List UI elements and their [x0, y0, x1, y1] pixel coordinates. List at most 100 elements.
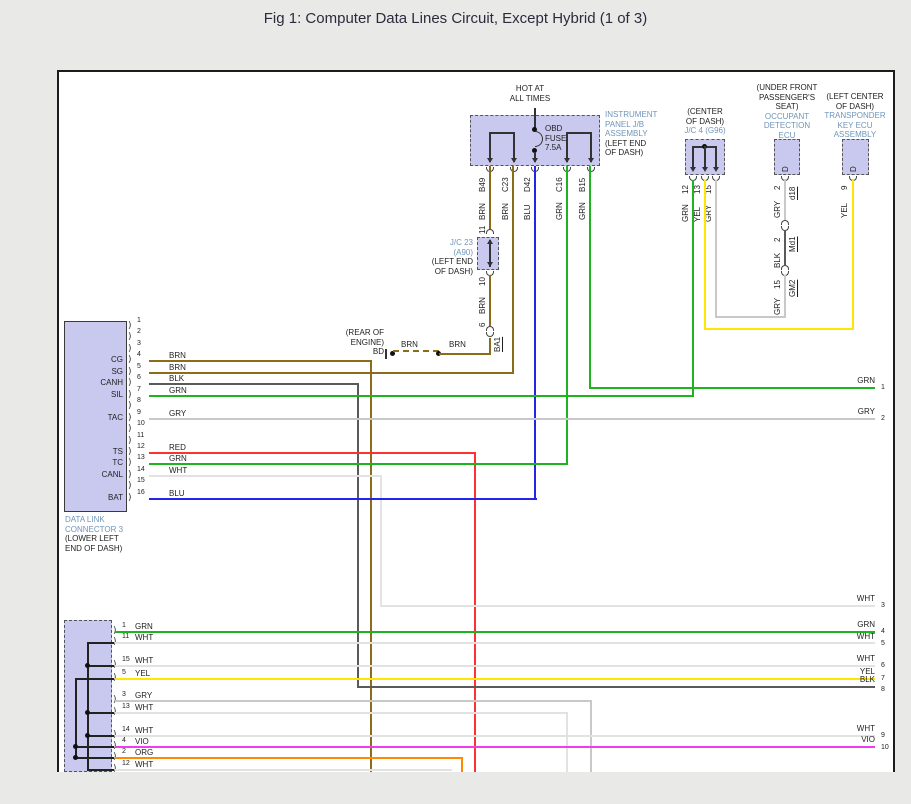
ground-terminal-icon	[385, 349, 387, 359]
wire-gry-occupant-1	[784, 179, 786, 220]
ground-location-label: (REAR OF ENGINE) BD	[304, 328, 384, 357]
wire-grn-sil	[149, 395, 694, 397]
dlc3-pin-number: 10	[137, 420, 145, 427]
jb-pin-id: D42	[523, 172, 532, 192]
wire-yel-pin5	[115, 678, 875, 680]
pin-bracket-icon: )	[128, 436, 132, 446]
dlc3-signal: CANL	[65, 470, 123, 480]
jc4-leg	[704, 146, 706, 168]
arrow-down-icon	[713, 167, 719, 172]
wire-yel-jc4	[704, 180, 706, 330]
wire-red-ts	[149, 452, 476, 454]
dlc3-pin-number: 8	[137, 397, 141, 404]
connector-bus-tap	[87, 735, 114, 737]
dlc3-pin-number: 9	[137, 409, 141, 416]
wire-yel-loop	[704, 328, 854, 330]
conn2-pin-number: 11	[122, 633, 129, 640]
connector-bus-tap	[75, 746, 114, 748]
wire-color-label: WHT	[835, 632, 875, 642]
dlc3-pin-number: 11	[137, 432, 144, 439]
wire-red-ts-down	[474, 452, 476, 772]
pin-bracket-icon: )	[128, 367, 132, 377]
wire-color-label: BRN	[478, 196, 487, 220]
wire-wht-pin11	[115, 642, 875, 644]
wire-color-label: BLK	[835, 675, 875, 685]
instrument-panel-jb-label: INSTRUMENT PANEL J/B ASSEMBLY (LEFT END …	[605, 110, 657, 158]
wire-color-label: WHT	[835, 594, 875, 604]
wire-color-label: GRN	[578, 196, 587, 220]
jb-pin-id: C23	[501, 172, 510, 192]
wire-org-pin2-down	[461, 757, 463, 772]
wire-color-label: BRN	[401, 340, 418, 350]
dlc3-label: DATA LINK CONNECTOR 3 (LOWER LEFT END OF…	[65, 515, 123, 553]
dlc3-signal: TC	[65, 458, 123, 468]
pin-bracket-icon: )	[128, 481, 132, 491]
wire-wht-canl-down	[380, 475, 382, 606]
dlc3-pin-number: 12	[137, 443, 145, 450]
bus-dot	[73, 755, 78, 760]
jc4-leg	[692, 146, 694, 168]
wire-grn-pin1	[115, 631, 875, 633]
conn2-pin-number: 15	[122, 656, 130, 663]
transponder-ecu-header: (LEFT CENTER OF DASH) TRANSPONDER KEY EC…	[815, 92, 895, 140]
wire-gry-occupant-2	[784, 275, 786, 318]
wire-grn-tc	[149, 463, 568, 465]
wire-color-label: GRN	[555, 196, 564, 220]
dlc3-signal: SG	[65, 367, 123, 377]
wire-brn-ground-dashed	[393, 350, 439, 352]
jb-bus-left	[489, 132, 515, 134]
wire-blk-canh	[149, 383, 359, 385]
wire-blu-d42-bat	[534, 166, 536, 500]
dlc3-pin-number: 15	[137, 477, 145, 484]
wire-color-label: WHT	[835, 654, 875, 664]
wire-grn-b15	[589, 166, 591, 389]
jc23-pin-number: 10	[478, 274, 487, 286]
bus-dot	[85, 710, 90, 715]
wire-org-pin2	[115, 757, 463, 759]
wire-brn-sg	[149, 372, 514, 374]
wire-wht-to-edge-3	[380, 605, 875, 607]
conn2-pin-number: 4	[122, 737, 126, 744]
arrow-down-icon	[487, 262, 493, 267]
transponder-ecu-pin-letter: D	[849, 162, 858, 172]
wire-brn-c23-sg	[512, 166, 514, 374]
pin-bracket-icon: )	[128, 470, 132, 480]
figure-title: Fig 1: Computer Data Lines Circuit, Exce…	[0, 10, 911, 27]
dlc3-pin-number: 3	[137, 340, 141, 347]
connector-bus-tap	[87, 769, 114, 771]
wire-color-label: WHT	[835, 724, 875, 734]
dlc3-signal: TS	[65, 447, 123, 457]
connector-bus-tap	[75, 678, 114, 680]
chain-pin-number: 2	[773, 180, 782, 190]
wire-color-label: GRY	[773, 194, 782, 218]
occupant-ecu-pin-letter: D	[781, 162, 790, 172]
wiring-diagram-canvas: HOT AT ALL TIMES INSTRUMENT PANEL J/B AS…	[57, 70, 895, 772]
wire-color-label: VIO	[835, 735, 875, 745]
wire-color-label: BRN	[478, 290, 487, 314]
edge-terminal-number: 3	[881, 602, 885, 609]
conn2-pin-number: 3	[122, 691, 126, 698]
jc23-label: J/C 23 (A90) (LEFT END OF DASH)	[393, 238, 473, 276]
connector-bus	[87, 642, 89, 771]
wire-wht-canl	[149, 475, 382, 477]
conn2-pin-number: 1	[122, 622, 126, 629]
wire-wht-pin14	[115, 735, 875, 737]
dlc3-pin-number: 4	[137, 351, 141, 358]
jb-bus-right	[566, 132, 592, 134]
jb-pin-id: B15	[578, 172, 587, 192]
wire-gry-loop	[715, 316, 786, 318]
jc4-header: (CENTER OF DASH) J/C 4 (G96)	[665, 107, 745, 136]
bus-dot	[85, 663, 90, 668]
wire-color-label: BLK	[773, 244, 782, 268]
wire-brn-ground-solid	[439, 353, 491, 355]
edge-terminal-number: 5	[881, 640, 885, 647]
wire-grn-c16-tc	[566, 166, 568, 465]
chain-pin-number: 2	[773, 232, 782, 242]
jc4-pin-number: 13	[693, 180, 702, 194]
jb-pin-id: C16	[555, 172, 564, 192]
obd-fuse-label: OBD FUSE 7.5A	[545, 124, 566, 153]
edge-terminal-number: 9	[881, 732, 885, 739]
dlc3-pin-number: 2	[137, 328, 141, 335]
wire-yel-transponder	[852, 179, 854, 330]
pin-bracket-icon: )	[128, 378, 132, 388]
